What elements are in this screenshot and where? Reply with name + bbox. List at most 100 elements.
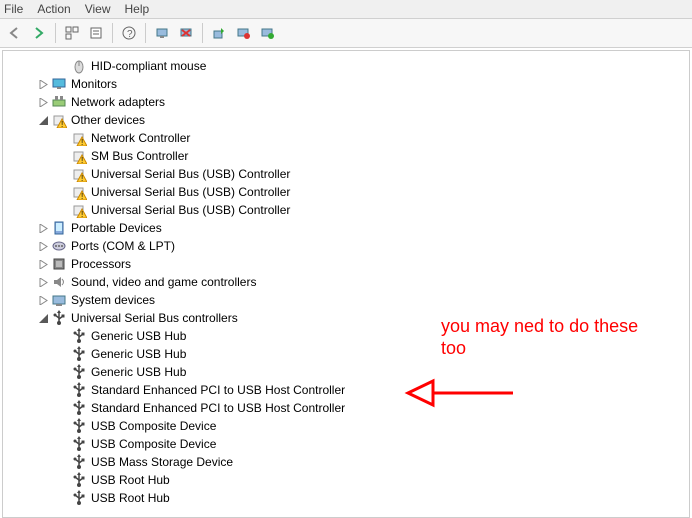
- menu-help[interactable]: Help: [125, 2, 150, 16]
- tree-node-label: Network Controller: [91, 131, 190, 145]
- portable-icon: [51, 220, 67, 236]
- tree-node-label: Other devices: [71, 113, 145, 127]
- expand-icon[interactable]: [37, 96, 49, 108]
- tree-node[interactable]: Standard Enhanced PCI to USB Host Contro…: [11, 399, 685, 417]
- other-warn-icon: !: [71, 148, 87, 164]
- tree-node-label: Universal Serial Bus (USB) Controller: [91, 167, 290, 181]
- toolbar-separator: [202, 23, 203, 43]
- tree-node-label: System devices: [71, 293, 155, 307]
- expand-icon[interactable]: [37, 240, 49, 252]
- usb-icon: [71, 400, 87, 416]
- svg-text:?: ?: [127, 29, 133, 40]
- tree-node-label: Standard Enhanced PCI to USB Host Contro…: [91, 383, 345, 397]
- tree-node-label: Sound, video and game controllers: [71, 275, 256, 289]
- tree-node[interactable]: System devices: [11, 291, 685, 309]
- svg-text:!: !: [81, 192, 83, 200]
- tree-node-label: Universal Serial Bus controllers: [71, 311, 238, 325]
- tree-node-label: Monitors: [71, 77, 117, 91]
- help-button[interactable]: ?: [118, 22, 140, 44]
- tree-node-label: Generic USB Hub: [91, 347, 186, 361]
- tree-node-label: Generic USB Hub: [91, 329, 186, 343]
- monitor-icon: [51, 76, 67, 92]
- expand-icon[interactable]: [37, 276, 49, 288]
- svg-text:!: !: [81, 156, 83, 164]
- tree-node[interactable]: Network adapters: [11, 93, 685, 111]
- tree-node[interactable]: ! Universal Serial Bus (USB) Controller: [11, 165, 685, 183]
- expand-icon[interactable]: [37, 222, 49, 234]
- tree-node-label: Processors: [71, 257, 131, 271]
- tree-node-label: HID-compliant mouse: [91, 59, 206, 73]
- tree-node[interactable]: Processors: [11, 255, 685, 273]
- usb-icon: [71, 436, 87, 452]
- collapse-icon[interactable]: [37, 114, 49, 126]
- properties-button[interactable]: [85, 22, 107, 44]
- toolbar-separator: [145, 23, 146, 43]
- tree-node-label: USB Mass Storage Device: [91, 455, 233, 469]
- network-icon: [51, 94, 67, 110]
- tree-node[interactable]: ! Universal Serial Bus (USB) Controller: [11, 183, 685, 201]
- tree-node[interactable]: Generic USB Hub: [11, 345, 685, 363]
- menu-view[interactable]: View: [85, 2, 111, 16]
- tree-node[interactable]: ! SM Bus Controller: [11, 147, 685, 165]
- tree-node[interactable]: ! Universal Serial Bus (USB) Controller: [11, 201, 685, 219]
- disable-button[interactable]: [232, 22, 254, 44]
- sound-icon: [51, 274, 67, 290]
- tree-node-label: Network adapters: [71, 95, 165, 109]
- scan-button[interactable]: [151, 22, 173, 44]
- device-tree[interactable]: you may ned to do these too HID-complian…: [2, 50, 690, 518]
- tree-node-label: Ports (COM & LPT): [71, 239, 175, 253]
- expand-icon[interactable]: [37, 78, 49, 90]
- ports-icon: [51, 238, 67, 254]
- expand-icon[interactable]: [37, 294, 49, 306]
- usb-icon: [71, 454, 87, 470]
- tree-node[interactable]: Generic USB Hub: [11, 363, 685, 381]
- menu-action[interactable]: Action: [37, 2, 70, 16]
- tree-node[interactable]: !Other devices: [11, 111, 685, 129]
- tree-node[interactable]: Portable Devices: [11, 219, 685, 237]
- tree-node[interactable]: HID-compliant mouse: [11, 57, 685, 75]
- enable-button[interactable]: [256, 22, 278, 44]
- svg-text:!: !: [81, 174, 83, 182]
- toolbar-separator: [55, 23, 56, 43]
- back-button[interactable]: [4, 22, 26, 44]
- mouse-icon: [71, 58, 87, 74]
- forward-button[interactable]: [28, 22, 50, 44]
- menu-bar: File Action View Help: [0, 0, 692, 19]
- usb-icon: [71, 364, 87, 380]
- tree-node[interactable]: Monitors: [11, 75, 685, 93]
- svg-text:!: !: [81, 138, 83, 146]
- tree-node[interactable]: Sound, video and game controllers: [11, 273, 685, 291]
- tree-node-label: USB Root Hub: [91, 473, 170, 487]
- tree-node[interactable]: USB Mass Storage Device: [11, 453, 685, 471]
- toolbar: ?: [0, 19, 692, 48]
- tree-node[interactable]: USB Root Hub: [11, 489, 685, 507]
- usb-icon: [71, 490, 87, 506]
- tree-node-label: Universal Serial Bus (USB) Controller: [91, 203, 290, 217]
- usb-icon: [51, 310, 67, 326]
- tree-node-label: SM Bus Controller: [91, 149, 188, 163]
- menu-file[interactable]: File: [4, 2, 23, 16]
- svg-text:!: !: [81, 210, 83, 218]
- tree-node-label: USB Root Hub: [91, 491, 170, 505]
- other-warn-icon: !: [71, 184, 87, 200]
- tree-node[interactable]: USB Root Hub: [11, 471, 685, 489]
- tree-node[interactable]: Standard Enhanced PCI to USB Host Contro…: [11, 381, 685, 399]
- expand-icon[interactable]: [37, 258, 49, 270]
- show-tree-button[interactable]: [61, 22, 83, 44]
- tree-node[interactable]: ! Network Controller: [11, 129, 685, 147]
- collapse-icon[interactable]: [37, 312, 49, 324]
- update-driver-button[interactable]: [208, 22, 230, 44]
- tree-node-label: Universal Serial Bus (USB) Controller: [91, 185, 290, 199]
- toolbar-separator: [112, 23, 113, 43]
- tree-node-label: Standard Enhanced PCI to USB Host Contro…: [91, 401, 345, 415]
- tree-node[interactable]: USB Composite Device: [11, 435, 685, 453]
- tree-node[interactable]: Ports (COM & LPT): [11, 237, 685, 255]
- other-warn-icon: !: [71, 202, 87, 218]
- tree-node[interactable]: USB Composite Device: [11, 417, 685, 435]
- usb-icon: [71, 346, 87, 362]
- uninstall-button[interactable]: [175, 22, 197, 44]
- tree-node-label: USB Composite Device: [91, 437, 216, 451]
- tree-node[interactable]: Generic USB Hub: [11, 327, 685, 345]
- tree-node[interactable]: Universal Serial Bus controllers: [11, 309, 685, 327]
- cpu-icon: [51, 256, 67, 272]
